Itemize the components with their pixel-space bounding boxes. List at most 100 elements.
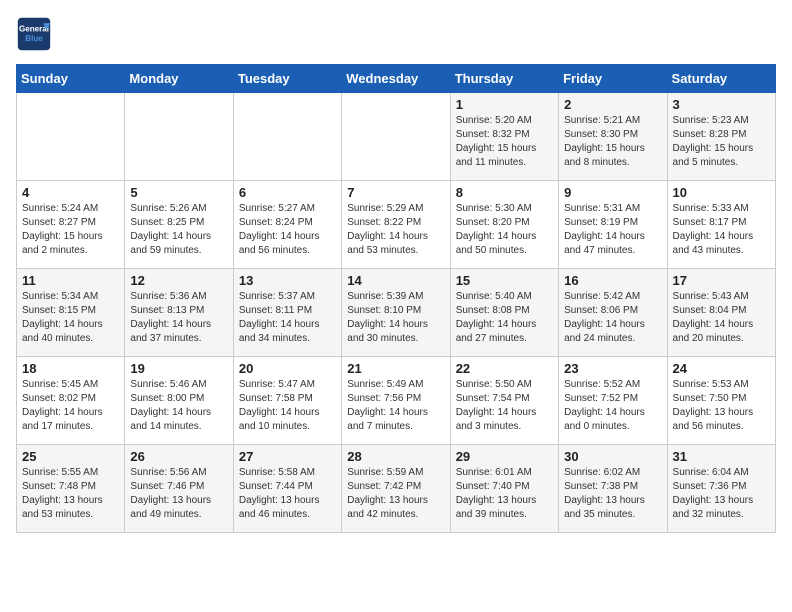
day-number: 8 — [456, 185, 553, 200]
day-cell: 9Sunrise: 5:31 AM Sunset: 8:19 PM Daylig… — [559, 181, 667, 269]
day-detail: Sunrise: 5:53 AM Sunset: 7:50 PM Dayligh… — [673, 378, 770, 434]
day-detail: Sunrise: 5:36 AM Sunset: 8:13 PM Dayligh… — [130, 290, 227, 346]
day-number: 2 — [564, 97, 661, 112]
day-detail: Sunrise: 5:20 AM Sunset: 8:32 PM Dayligh… — [456, 114, 553, 170]
day-detail: Sunrise: 6:01 AM Sunset: 7:40 PM Dayligh… — [456, 466, 553, 522]
day-number: 20 — [239, 361, 336, 376]
day-cell: 11 Sunrise: 5:34 AM Sunset: 8:15 PM Dayli… — [17, 269, 125, 357]
day-detail: Sunrise: 6:04 AM Sunset: 7:36 PM Dayligh… — [673, 466, 770, 522]
day-cell: 5 Sunrise: 5:26 AM Sunset: 8:25 PM Daylig… — [125, 181, 233, 269]
week-row-0: 1 Sunrise: 5:20 AM Sunset: 8:32 PM Daylig… — [17, 93, 776, 181]
day-detail: Sunrise: 5:42 AM Sunset: 8:06 PM Dayligh… — [564, 290, 661, 346]
day-cell: 30Sunrise: 6:02 AM Sunset: 7:38 PM Dayli… — [559, 445, 667, 533]
header-sunday: Sunday — [17, 65, 125, 93]
day-number: 10 — [673, 185, 770, 200]
day-cell: 20 Sunrise: 5:47 AM Sunset: 7:58 PM Dayli… — [233, 357, 341, 445]
day-cell: 27Sunrise: 5:58 AM Sunset: 7:44 PM Dayli… — [233, 445, 341, 533]
day-number: 31 — [673, 449, 770, 464]
logo-icon: General Blue — [16, 16, 52, 52]
day-detail: Sunrise: 5:43 AM Sunset: 8:04 PM Dayligh… — [673, 290, 770, 346]
day-detail: Sunrise: 5:46 AM Sunset: 8:00 PM Dayligh… — [130, 378, 227, 434]
day-cell: 21Sunrise: 5:49 AM Sunset: 7:56 PM Dayli… — [342, 357, 450, 445]
day-detail: Sunrise: 5:23 AM Sunset: 8:28 PM Dayligh… — [673, 114, 770, 170]
day-cell: 8 Sunrise: 5:30 AM Sunset: 8:20 PM Daylig… — [450, 181, 558, 269]
day-number: 11 — [22, 273, 119, 288]
day-cell: 18Sunrise: 5:45 AM Sunset: 8:02 PM Dayli… — [17, 357, 125, 445]
day-number: 26 — [130, 449, 227, 464]
day-number: 9 — [564, 185, 661, 200]
day-cell: 15Sunrise: 5:40 AM Sunset: 8:08 PM Dayli… — [450, 269, 558, 357]
day-cell — [233, 93, 341, 181]
week-row-1: 4 Sunrise: 5:24 AM Sunset: 8:27 PM Daylig… — [17, 181, 776, 269]
day-detail: Sunrise: 5:59 AM Sunset: 7:42 PM Dayligh… — [347, 466, 444, 522]
day-number: 27 — [239, 449, 336, 464]
day-cell: 10 Sunrise: 5:33 AM Sunset: 8:17 PM Dayli… — [667, 181, 775, 269]
day-cell: 16 Sunrise: 5:42 AM Sunset: 8:06 PM Dayli… — [559, 269, 667, 357]
day-cell — [342, 93, 450, 181]
day-number: 22 — [456, 361, 553, 376]
day-detail: Sunrise: 5:52 AM Sunset: 7:52 PM Dayligh… — [564, 378, 661, 434]
header-thursday: Thursday — [450, 65, 558, 93]
day-cell: 4 Sunrise: 5:24 AM Sunset: 8:27 PM Daylig… — [17, 181, 125, 269]
day-cell: 6 Sunrise: 5:27 AM Sunset: 8:24 PM Daylig… — [233, 181, 341, 269]
week-row-3: 18Sunrise: 5:45 AM Sunset: 8:02 PM Dayli… — [17, 357, 776, 445]
day-cell: 23Sunrise: 5:52 AM Sunset: 7:52 PM Dayli… — [559, 357, 667, 445]
header-wednesday: Wednesday — [342, 65, 450, 93]
day-cell: 1 Sunrise: 5:20 AM Sunset: 8:32 PM Daylig… — [450, 93, 558, 181]
day-cell: 12 Sunrise: 5:36 AM Sunset: 8:13 PM Dayli… — [125, 269, 233, 357]
day-number: 1 — [456, 97, 553, 112]
day-number: 17 — [673, 273, 770, 288]
day-number: 16 — [564, 273, 661, 288]
day-number: 15 — [456, 273, 553, 288]
day-detail: Sunrise: 6:02 AM Sunset: 7:38 PM Dayligh… — [564, 466, 661, 522]
day-cell: 24 Sunrise: 5:53 AM Sunset: 7:50 PM Dayli… — [667, 357, 775, 445]
day-number: 28 — [347, 449, 444, 464]
day-cell: 13Sunrise: 5:37 AM Sunset: 8:11 PM Dayli… — [233, 269, 341, 357]
header-friday: Friday — [559, 65, 667, 93]
logo: General Blue — [16, 16, 56, 52]
day-detail: Sunrise: 5:49 AM Sunset: 7:56 PM Dayligh… — [347, 378, 444, 434]
header-monday: Monday — [125, 65, 233, 93]
day-cell: 28 Sunrise: 5:59 AM Sunset: 7:42 PM Dayli… — [342, 445, 450, 533]
day-detail: Sunrise: 5:34 AM Sunset: 8:15 PM Dayligh… — [22, 290, 119, 346]
day-detail: Sunrise: 5:21 AM Sunset: 8:30 PM Dayligh… — [564, 114, 661, 170]
day-cell — [17, 93, 125, 181]
page-header: General Blue — [16, 16, 776, 52]
day-number: 12 — [130, 273, 227, 288]
day-cell: 14 Sunrise: 5:39 AM Sunset: 8:10 PM Dayli… — [342, 269, 450, 357]
day-detail: Sunrise: 5:47 AM Sunset: 7:58 PM Dayligh… — [239, 378, 336, 434]
day-detail: Sunrise: 5:29 AM Sunset: 8:22 PM Dayligh… — [347, 202, 444, 258]
day-number: 18 — [22, 361, 119, 376]
day-cell: 31 Sunrise: 6:04 AM Sunset: 7:36 PM Dayli… — [667, 445, 775, 533]
day-detail: Sunrise: 5:50 AM Sunset: 7:54 PM Dayligh… — [456, 378, 553, 434]
day-detail: Sunrise: 5:24 AM Sunset: 8:27 PM Dayligh… — [22, 202, 119, 258]
week-row-2: 11 Sunrise: 5:34 AM Sunset: 8:15 PM Dayli… — [17, 269, 776, 357]
day-detail: Sunrise: 5:30 AM Sunset: 8:20 PM Dayligh… — [456, 202, 553, 258]
day-number: 6 — [239, 185, 336, 200]
day-detail: Sunrise: 5:27 AM Sunset: 8:24 PM Dayligh… — [239, 202, 336, 258]
day-number: 24 — [673, 361, 770, 376]
week-row-4: 25 Sunrise: 5:55 AM Sunset: 7:48 PM Dayli… — [17, 445, 776, 533]
day-detail: Sunrise: 5:39 AM Sunset: 8:10 PM Dayligh… — [347, 290, 444, 346]
svg-text:Blue: Blue — [25, 34, 43, 43]
day-number: 5 — [130, 185, 227, 200]
header-saturday: Saturday — [667, 65, 775, 93]
day-number: 29 — [456, 449, 553, 464]
day-number: 3 — [673, 97, 770, 112]
day-detail: Sunrise: 5:26 AM Sunset: 8:25 PM Dayligh… — [130, 202, 227, 258]
day-detail: Sunrise: 5:33 AM Sunset: 8:17 PM Dayligh… — [673, 202, 770, 258]
day-number: 25 — [22, 449, 119, 464]
day-number: 4 — [22, 185, 119, 200]
day-cell: 25 Sunrise: 5:55 AM Sunset: 7:48 PM Dayli… — [17, 445, 125, 533]
day-cell: 29 Sunrise: 6:01 AM Sunset: 7:40 PM Dayli… — [450, 445, 558, 533]
day-cell: 26Sunrise: 5:56 AM Sunset: 7:46 PM Dayli… — [125, 445, 233, 533]
day-detail: Sunrise: 5:55 AM Sunset: 7:48 PM Dayligh… — [22, 466, 119, 522]
header-tuesday: Tuesday — [233, 65, 341, 93]
calendar-table: SundayMondayTuesdayWednesdayThursdayFrid… — [16, 64, 776, 533]
day-cell: 2 Sunrise: 5:21 AM Sunset: 8:30 PM Daylig… — [559, 93, 667, 181]
day-number: 13 — [239, 273, 336, 288]
day-number: 7 — [347, 185, 444, 200]
header-row: SundayMondayTuesdayWednesdayThursdayFrid… — [17, 65, 776, 93]
day-cell: 17 Sunrise: 5:43 AM Sunset: 8:04 PM Dayli… — [667, 269, 775, 357]
day-number: 14 — [347, 273, 444, 288]
